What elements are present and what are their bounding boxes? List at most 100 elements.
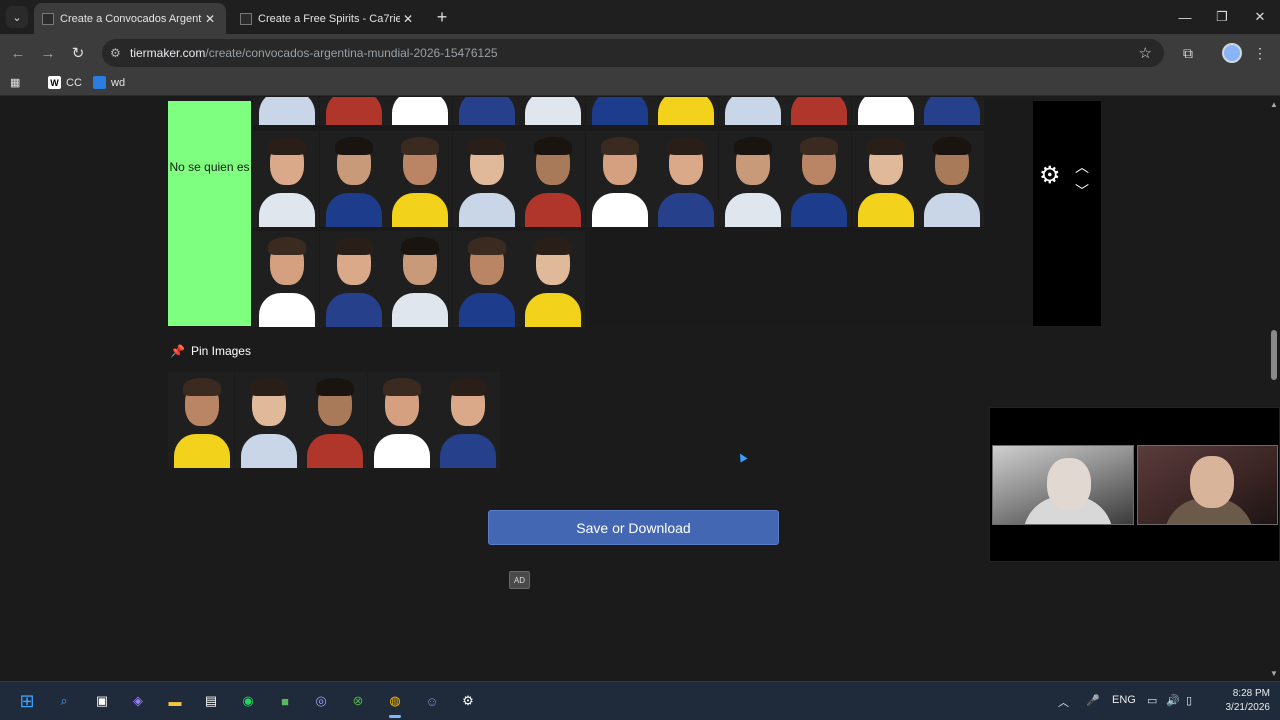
tab-bar: ⌄ Create a Convocados Argentina Mundial … xyxy=(0,0,1280,34)
pinned-player-portrait[interactable] xyxy=(168,372,234,468)
tier-label[interactable]: No se quien es xyxy=(168,101,251,326)
player-portrait[interactable] xyxy=(386,131,452,227)
player-portrait[interactable] xyxy=(519,231,585,327)
system-clock[interactable]: 8:28 PM 3/21/2026 xyxy=(1214,687,1271,715)
save-download-button[interactable]: Save or Download xyxy=(488,510,779,545)
bookmark-cc[interactable]: W CC xyxy=(48,76,82,89)
scroll-down-arrow-icon[interactable]: ▼ xyxy=(1270,669,1278,678)
language-indicator[interactable]: ENG xyxy=(1112,694,1136,706)
pinned-player-portrait[interactable] xyxy=(367,372,434,468)
player-portrait[interactable] xyxy=(718,97,785,125)
player-portrait[interactable] xyxy=(319,131,386,227)
xbox-icon[interactable]: ⊗ xyxy=(347,690,369,712)
maximize-button[interactable]: ❐ xyxy=(1203,0,1241,34)
bookmark-label: CC xyxy=(66,76,82,89)
player-portrait[interactable] xyxy=(785,97,851,125)
apps-grid-icon[interactable]: ▦ xyxy=(10,76,20,89)
scroll-up-arrow-icon[interactable]: ▲ xyxy=(1270,100,1278,109)
network-icon[interactable]: ▭ xyxy=(1147,694,1157,707)
url-path: /create/convocados-argentina-mundial-202… xyxy=(205,46,498,60)
pin-images-label: Pin Images xyxy=(190,344,251,358)
tab-inactive[interactable]: Create a Free Spirits - Ca7riel y Paco ✕ xyxy=(232,3,424,34)
player-portrait[interactable] xyxy=(851,97,918,125)
chevron-down-icon[interactable]: ﹀ xyxy=(1073,181,1091,199)
player-portrait[interactable] xyxy=(319,231,386,327)
player-portrait[interactable] xyxy=(319,97,386,125)
player-portrait[interactable] xyxy=(519,131,585,227)
webcam-overlay xyxy=(989,407,1280,562)
person-head xyxy=(1190,456,1234,508)
pin-images-heading[interactable]: 📌 Pin Images xyxy=(170,344,251,358)
microsoft-store-icon[interactable]: ▤ xyxy=(200,690,222,712)
copilot-icon[interactable]: ◈ xyxy=(127,690,149,712)
extensions-icon[interactable]: ⧉ xyxy=(1178,43,1198,63)
player-portrait[interactable] xyxy=(851,131,918,227)
obs-icon[interactable]: ◎ xyxy=(310,690,332,712)
player-portrait[interactable] xyxy=(452,231,519,327)
bookmark-star-icon[interactable]: ☆ xyxy=(1139,44,1152,62)
minimize-button[interactable]: — xyxy=(1166,0,1204,34)
task-view-icon[interactable]: ▣ xyxy=(91,690,113,712)
back-button[interactable]: ← xyxy=(8,43,28,63)
tiermaker-favicon-icon xyxy=(240,12,252,25)
player-portrait[interactable] xyxy=(386,231,452,327)
player-portrait[interactable] xyxy=(585,131,652,227)
bookmark-label: wd xyxy=(111,76,126,89)
tab-title: Create a Convocados Argentina Mundial 20… xyxy=(60,12,202,25)
player-portrait[interactable] xyxy=(386,97,452,125)
volume-icon[interactable]: 🔊 xyxy=(1166,694,1180,707)
player-portrait[interactable] xyxy=(519,97,585,125)
profile-avatar[interactable] xyxy=(1222,43,1242,63)
address-bar[interactable]: ⚙ tiermaker.com/create/convocados-argent… xyxy=(102,39,1164,67)
microphone-icon[interactable]: 🎤 xyxy=(1086,694,1100,707)
tab-title: Create a Free Spirits - Ca7riel y Paco xyxy=(258,12,400,25)
player-portrait[interactable] xyxy=(918,97,984,125)
close-tab-icon[interactable]: ✕ xyxy=(202,12,218,26)
player-portrait[interactable] xyxy=(253,97,319,125)
tier-controls: ⚙ ︿ ﹀ xyxy=(1033,101,1101,326)
url-host: tiermaker.com xyxy=(130,46,206,60)
new-tab-button[interactable]: + xyxy=(432,7,452,28)
pinned-player-portrait[interactable] xyxy=(234,372,301,468)
ad-badge[interactable]: AD xyxy=(509,571,530,589)
scrollbar-thumb[interactable] xyxy=(1271,330,1277,380)
windows-start-icon[interactable]: ⊞ xyxy=(16,690,38,712)
tiermaker-favicon-icon xyxy=(42,12,54,25)
gear-icon[interactable]: ⚙ xyxy=(1039,161,1061,190)
player-portrait[interactable] xyxy=(253,231,319,327)
player-portrait[interactable] xyxy=(718,131,785,227)
player-portrait[interactable] xyxy=(585,97,652,125)
reload-button[interactable]: ↻ xyxy=(68,43,88,63)
forward-button[interactable]: → xyxy=(38,43,58,63)
player-portrait[interactable] xyxy=(652,131,718,227)
player-portrait[interactable] xyxy=(785,131,851,227)
menu-kebab-icon[interactable]: ⋮ xyxy=(1250,43,1270,63)
search-icon[interactable]: ⌕ xyxy=(53,690,75,712)
file-explorer-icon[interactable]: ▬ xyxy=(164,690,186,712)
player-portrait[interactable] xyxy=(452,131,519,227)
chrome-icon[interactable]: ◍ xyxy=(384,690,406,718)
battery-icon[interactable]: ▯ xyxy=(1186,694,1192,707)
site-info-icon[interactable]: ⚙ xyxy=(110,46,130,60)
pinned-player-portrait[interactable] xyxy=(434,372,500,468)
close-tab-icon[interactable]: ✕ xyxy=(400,12,416,26)
tier-row-top-strip xyxy=(251,97,1033,125)
show-hidden-icons-chevron-icon[interactable]: ︿ xyxy=(1058,694,1069,710)
player-portrait[interactable] xyxy=(253,131,319,227)
chevron-up-icon[interactable]: ︿ xyxy=(1073,157,1091,175)
tab-active[interactable]: Create a Convocados Argentina Mundial 20… xyxy=(34,3,226,34)
pinned-player-portrait[interactable] xyxy=(301,372,367,468)
bookmark-wd[interactable]: wd xyxy=(93,76,125,89)
player-portrait[interactable] xyxy=(652,97,718,125)
spotify-icon[interactable]: ◉ xyxy=(237,690,259,712)
player-portrait[interactable] xyxy=(452,97,519,125)
minecraft-icon[interactable]: ■ xyxy=(274,690,296,712)
tab-search-button[interactable]: ⌄ xyxy=(6,6,28,28)
steam-icon[interactable]: ⚙ xyxy=(457,690,479,712)
player-portrait[interactable] xyxy=(918,131,984,227)
discord-icon[interactable]: ☺ xyxy=(421,690,443,712)
toolbar: ← → ↻ ⚙ tiermaker.com/create/convocados-… xyxy=(0,34,1280,72)
close-window-button[interactable]: ✕ xyxy=(1241,0,1279,34)
pin-icon: 📌 xyxy=(170,344,185,358)
scrollbar[interactable]: ▲ ▼ xyxy=(1268,97,1280,681)
